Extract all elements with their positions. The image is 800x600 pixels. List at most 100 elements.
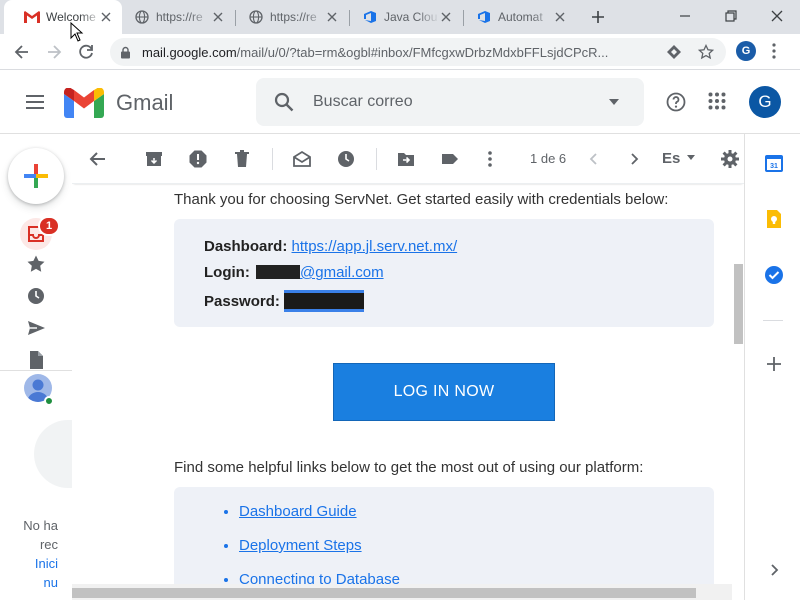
browser-tab-strip: Welcome https://re https://re Java Clou … (0, 0, 800, 34)
reload-icon[interactable] (76, 42, 96, 62)
pagination-text: 1 de 6 (530, 151, 567, 166)
report-spam-icon[interactable] (188, 149, 208, 169)
close-tab-icon[interactable] (326, 11, 338, 23)
address-bar[interactable]: mail.google.com/mail/u/0/?tab=rm&ogbl#in… (110, 38, 726, 66)
close-tab-icon[interactable] (212, 11, 224, 23)
dashboard-link[interactable]: https://app.jl.serv.net.mx/ (292, 238, 458, 255)
older-chevron-icon[interactable] (624, 149, 644, 169)
mark-unread-icon[interactable] (292, 149, 312, 169)
login-email-link[interactable]: @gmail.com (300, 264, 384, 281)
back-to-inbox-icon[interactable] (88, 149, 108, 169)
calendar-icon[interactable]: 31 (764, 153, 784, 173)
log-in-now-button[interactable]: LOG IN NOW (333, 363, 555, 421)
minimize-icon[interactable] (677, 8, 693, 24)
close-tab-icon[interactable] (100, 11, 112, 23)
vertical-scroll-thumb[interactable] (734, 264, 743, 344)
language-label: Es (662, 150, 681, 167)
gmail-logo-icon[interactable] (64, 88, 104, 118)
delete-icon[interactable] (232, 149, 252, 169)
label-icon[interactable] (440, 149, 460, 169)
help-icon[interactable] (666, 92, 686, 112)
settings-gear-icon[interactable] (720, 149, 740, 169)
extension-icon[interactable] (666, 44, 682, 60)
forward-icon[interactable] (44, 42, 64, 62)
tab-5[interactable]: Automat (456, 0, 576, 34)
chrome-menu-icon[interactable] (772, 43, 776, 59)
connecting-to-database-link[interactable]: Connecting to Database (239, 571, 400, 584)
close-tab-icon[interactable] (554, 11, 566, 23)
close-window-icon[interactable] (769, 8, 785, 24)
svg-text:31: 31 (770, 163, 778, 170)
side-panel-divider (763, 320, 783, 321)
back-icon[interactable] (12, 42, 32, 62)
sent-icon[interactable] (26, 318, 46, 338)
vertical-scrollbar[interactable] (732, 184, 744, 584)
intro-text: Thank you for choosing ServNet. Get star… (174, 191, 669, 208)
tab-title: https://re (156, 10, 203, 24)
add-addon-plus-icon[interactable] (764, 354, 784, 374)
globe-icon (248, 9, 264, 25)
search-icon[interactable] (274, 92, 294, 112)
hangouts-line-2: rec (39, 537, 58, 552)
hangouts-line-1: No ha (23, 518, 58, 533)
dashboard-label: Dashboard: (204, 238, 288, 255)
apps-grid-icon[interactable] (708, 92, 726, 110)
main-menu-icon[interactable] (24, 92, 46, 112)
new-tab-icon[interactable] (590, 9, 606, 25)
deployment-steps-link[interactable]: Deployment Steps (239, 537, 362, 554)
url-text: mail.google.com/mail/u/0/?tab=rm&ogbl#in… (142, 45, 642, 60)
login-row: Login: @gmail.com (204, 264, 384, 281)
online-status-dot (44, 396, 54, 406)
url-host: mail.google.com (142, 45, 237, 60)
search-bar[interactable]: Buscar correo (256, 78, 644, 126)
restore-icon[interactable] (723, 8, 739, 24)
keep-icon[interactable] (764, 209, 784, 229)
tab-2[interactable]: https://re (114, 0, 234, 34)
credentials-box: Dashboard: https://app.jl.serv.net.mx/ L… (174, 219, 714, 327)
login-label: Login: (204, 264, 250, 281)
url-path: /mail/u/0/?tab=rm&ogbl#inbox/FMfcgxwDrbz… (236, 45, 609, 60)
snoozed-clock-icon[interactable] (26, 286, 46, 306)
tab-3[interactable]: https://re (228, 0, 348, 34)
inbox-unread-badge: 1 (38, 216, 60, 236)
hangouts-line-4[interactable]: nu (18, 573, 58, 592)
tab-welcome[interactable]: Welcome (4, 0, 122, 34)
snooze-icon[interactable] (336, 149, 356, 169)
links-intro-text: Find some helpful links below to get the… (174, 459, 644, 476)
gmail-icon (24, 9, 40, 25)
tab-title: https://re (270, 10, 317, 24)
redacted-password[interactable] (284, 290, 365, 312)
tab-4[interactable]: Java Clou (342, 0, 462, 34)
gmail-header: Gmail Buscar correo G (0, 70, 800, 134)
toolbar-separator (272, 148, 273, 170)
search-options-icon[interactable] (608, 98, 620, 106)
horizontal-scrollbar[interactable] (72, 584, 732, 600)
compose-button[interactable] (8, 148, 64, 204)
move-to-icon[interactable] (396, 149, 416, 169)
tasks-icon[interactable] (764, 265, 784, 285)
hangouts-empty-text: No ha rec Inici nu (18, 516, 58, 592)
newer-chevron-icon[interactable] (584, 149, 604, 169)
account-avatar[interactable]: G (749, 86, 781, 118)
compose-plus-icon (24, 164, 48, 188)
dashboard-guide-link[interactable]: Dashboard Guide (239, 503, 357, 520)
starred-icon[interactable] (26, 254, 46, 274)
gmail-wordmark[interactable]: Gmail (116, 90, 173, 116)
azure-devops-icon (362, 9, 378, 25)
bookmark-star-icon[interactable] (698, 44, 714, 60)
helpful-links-list: Dashboard Guide Deployment Steps Connect… (239, 503, 400, 584)
toolbar-separator (376, 148, 377, 170)
search-input[interactable]: Buscar correo (313, 93, 413, 111)
more-options-icon[interactable] (480, 149, 500, 169)
horizontal-scroll-thumb[interactable] (72, 588, 696, 598)
lock-icon[interactable] (120, 46, 131, 59)
drafts-icon[interactable] (26, 350, 46, 370)
expand-panel-chevron-icon[interactable] (764, 560, 784, 580)
input-language-selector[interactable]: Es (662, 150, 695, 167)
chrome-profile-avatar[interactable]: G (736, 41, 756, 61)
list-item: Dashboard Guide (239, 503, 400, 520)
close-tab-icon[interactable] (440, 11, 452, 23)
redacted-username (256, 265, 300, 279)
archive-icon[interactable] (144, 149, 164, 169)
hangouts-start-link[interactable]: Inici (18, 554, 58, 573)
